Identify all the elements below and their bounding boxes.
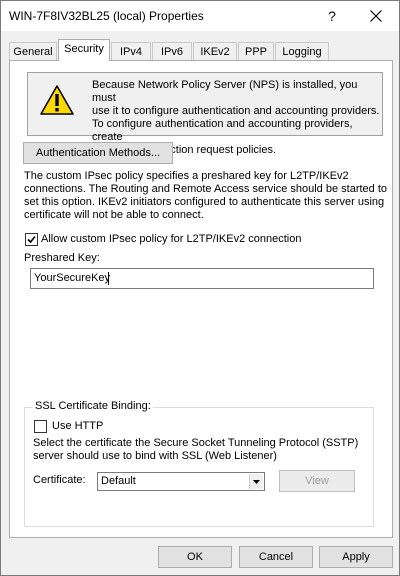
preshared-key-value: YourSecureKey: [34, 272, 111, 284]
authentication-methods-button[interactable]: Authentication Methods...: [23, 142, 173, 164]
nps-notice: Because Network Policy Server (NPS) is i…: [27, 72, 383, 156]
certificate-dropdown[interactable]: Default: [97, 472, 265, 491]
preshared-key-label: Preshared Key:: [24, 252, 100, 264]
close-button[interactable]: [353, 1, 399, 31]
nps-notice-line: To configure authentication and accounti…: [92, 118, 353, 143]
ipsec-description-line: certificate will not be able to connect.: [24, 209, 204, 221]
preshared-key-input[interactable]: YourSecureKey: [30, 268, 374, 289]
nps-notice-line: use it to configure authentication and a…: [92, 105, 380, 117]
ok-button[interactable]: OK: [158, 546, 232, 568]
security-tab-panel: Because Network Policy Server (NPS) is i…: [9, 60, 393, 538]
apply-button[interactable]: Apply: [319, 546, 393, 568]
ipsec-description-line: The custom IPsec policy specifies a pres…: [24, 170, 349, 182]
cancel-button[interactable]: Cancel: [239, 546, 313, 568]
tab-logging[interactable]: Logging: [275, 42, 329, 61]
certificate-selected-value: Default: [101, 475, 136, 487]
tab-security[interactable]: Security: [58, 39, 110, 61]
ipsec-description: The custom IPsec policy specifies a pres…: [24, 170, 390, 222]
use-http-label[interactable]: Use HTTP: [52, 420, 103, 433]
ipsec-description-line: set this option. IKEv2 initiators config…: [24, 196, 385, 208]
text-caret: [108, 272, 109, 285]
warning-icon: [40, 85, 74, 115]
close-icon: [370, 10, 382, 22]
tab-ipv4[interactable]: IPv4: [111, 42, 151, 61]
window-title: WIN-7F8IV32BL25 (local) Properties: [9, 9, 204, 23]
tab-ipv6[interactable]: IPv6: [152, 42, 192, 61]
sstp-description-line: server should use to bind with SSL (Web …: [33, 450, 277, 462]
title-bar: WIN-7F8IV32BL25 (local) Properties ?: [1, 1, 399, 31]
use-http-checkbox[interactable]: [34, 420, 47, 433]
chevron-down-icon: [253, 480, 260, 484]
ssl-certificate-binding-group: SSL Certificate Binding: Use HTTP Select…: [24, 400, 374, 527]
certificate-label: Certificate:: [33, 474, 86, 486]
tab-ikev2[interactable]: IKEv2: [193, 42, 237, 61]
help-button[interactable]: ?: [315, 1, 349, 31]
allow-custom-ipsec-label[interactable]: Allow custom IPsec policy for L2TP/IKEv2…: [41, 233, 301, 246]
view-certificate-button[interactable]: View: [279, 470, 355, 492]
sstp-description: Select the certificate the Secure Socket…: [33, 437, 369, 463]
sstp-description-line: Select the certificate the Secure Socket…: [33, 437, 359, 449]
dropdown-arrow[interactable]: [249, 474, 263, 489]
allow-custom-ipsec-checkbox[interactable]: [25, 233, 38, 246]
ipsec-description-line: connections. The Routing and Remote Acce…: [24, 183, 388, 195]
properties-dialog: WIN-7F8IV32BL25 (local) Properties ? Gen…: [0, 0, 400, 576]
checkmark-icon: [27, 235, 36, 244]
nps-notice-line: Because Network Policy Server (NPS) is i…: [92, 79, 358, 104]
tab-general[interactable]: General: [9, 42, 57, 61]
tab-ppp[interactable]: PPP: [238, 42, 274, 61]
ssl-certificate-binding-label: SSL Certificate Binding:: [33, 400, 153, 412]
